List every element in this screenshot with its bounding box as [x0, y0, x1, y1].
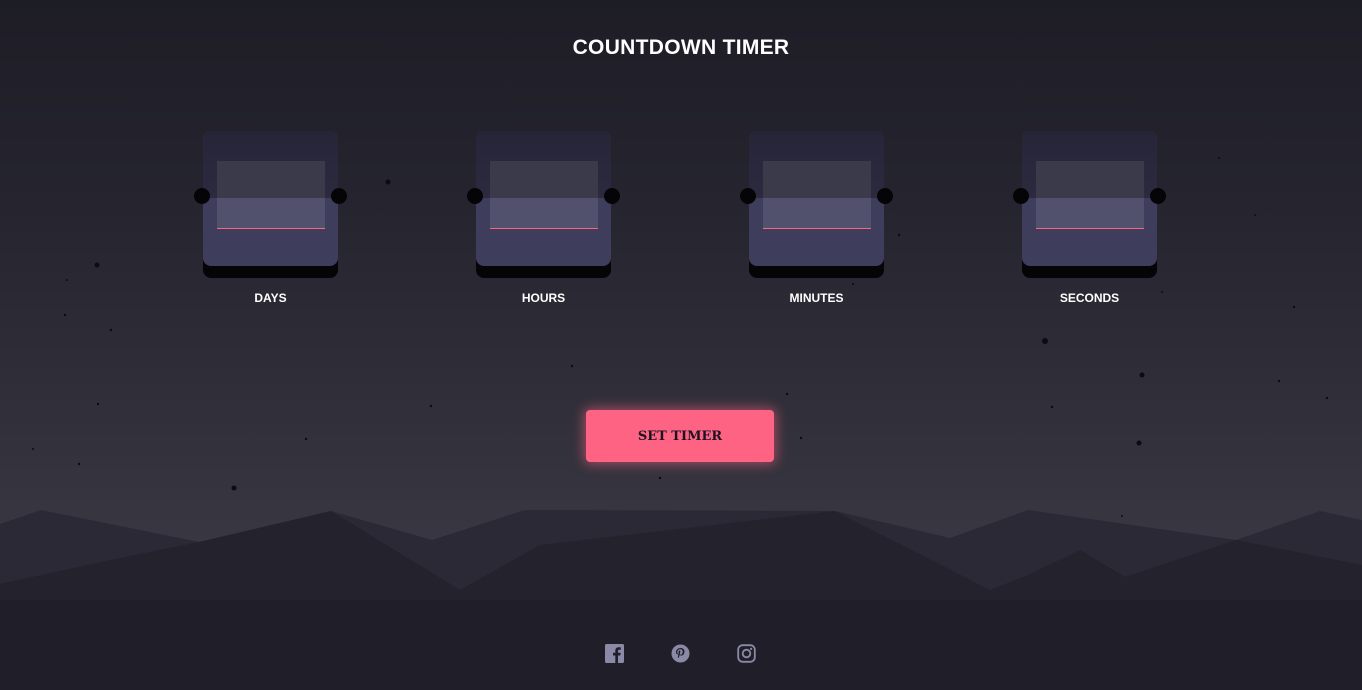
- set-timer-button[interactable]: SET TIMER: [586, 410, 774, 462]
- mountains-background: [0, 510, 1362, 690]
- pinterest-glyph: [671, 644, 689, 662]
- instagram-icon[interactable]: [736, 643, 756, 663]
- facebook-icon[interactable]: [604, 643, 624, 663]
- social-links: [604, 643, 756, 663]
- instagram-glyph: [736, 643, 756, 663]
- pinterest-icon[interactable]: [670, 643, 690, 663]
- facebook-glyph: [604, 643, 624, 663]
